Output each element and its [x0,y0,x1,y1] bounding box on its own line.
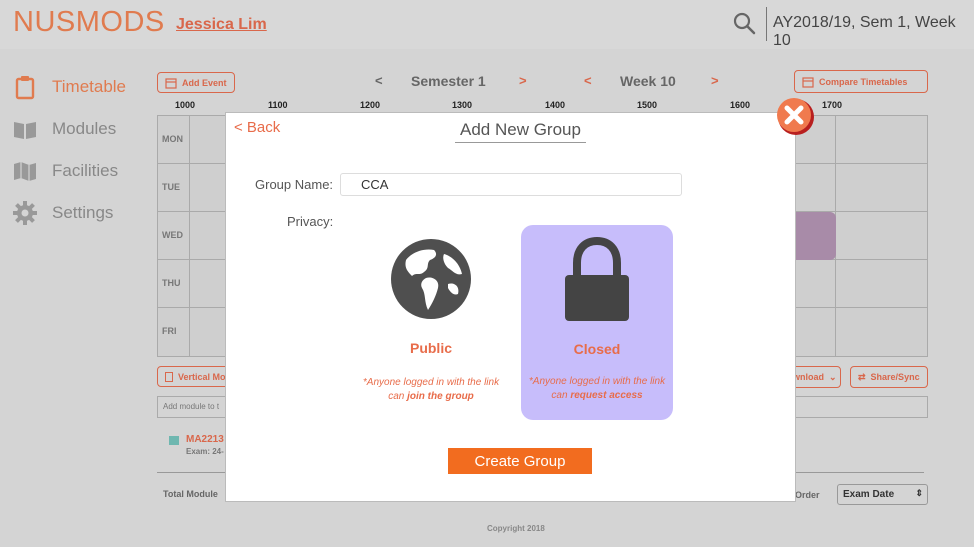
chevron-down-icon: ⌄ [829,371,837,382]
download-label: wnload [793,372,824,382]
sidebar-item-label: Timetable [52,77,127,96]
day-label: FRI [162,326,177,336]
hour-label: 1600 [730,100,751,110]
sidebar-item-settings[interactable]: Settings [12,200,113,226]
module-code[interactable]: MA2213 [186,434,224,445]
hour-label: 1100 [268,100,288,110]
share-sync-label: Share/Sync [870,372,920,382]
privacy-label: Privacy: [287,214,334,229]
book-icon [14,122,36,139]
day-label: WED [162,230,183,240]
add-group-modal: < Back Add New Group Group Name: CCA Pri… [225,112,796,502]
module-color-swatch[interactable] [169,436,179,445]
copyright: Copyright 2018 [487,524,545,533]
week-label: Week 10 [620,73,676,89]
sidebar-item-label: Facilities [52,161,119,180]
add-event-button[interactable]: Add Event [157,72,235,93]
closed-option[interactable]: Closed *Anyone logged in with the link c… [521,225,673,420]
globe-icon [391,239,471,319]
public-note: *Anyone logged in with the link can join… [361,376,501,404]
sidebar-item-label: Modules [52,119,117,138]
hour-label: 1000 [175,100,196,110]
term-label: AY2018/19, Sem 1, Week 10 [773,14,956,49]
day-label: THU [162,278,181,288]
sidebar-item-timetable[interactable]: Timetable [12,74,126,100]
hour-label: 1300 [452,100,473,110]
group-name-label: Group Name: [255,177,334,192]
order-label: Order [795,490,820,500]
prev-semester-button[interactable]: < [375,73,383,88]
search-icon[interactable] [732,11,756,35]
hour-label: 1700 [822,100,843,110]
select-arrows-icon: ⇕ [915,488,923,498]
hour-label: 1500 [637,100,658,110]
lock-icon [565,237,629,321]
closed-label: Closed [573,341,621,357]
vertical-mode-label: Vertical Mod [178,371,232,382]
semester-label: Semester 1 [411,73,486,89]
group-name-input[interactable]: CCA [340,173,682,196]
compare-label: Compare Timetables [819,76,908,87]
create-group-button[interactable]: Create Group [448,448,592,474]
calendar-icon [165,77,177,89]
close-icon[interactable] [775,96,815,136]
day-label: TUE [162,182,180,192]
sort-select-value: Exam Date [843,489,895,500]
closed-note-emphasis: request access [570,390,643,401]
public-label: Public [409,340,452,356]
add-module-placeholder: Add module to t [163,402,220,411]
back-button[interactable]: < Back [234,119,280,136]
closed-note: *Anyone logged in with the link can requ… [527,375,667,403]
share-sync-button[interactable]: ⇄ Share/Sync [850,366,928,388]
sync-icon: ⇄ [858,371,866,382]
total-modules-label: Total Module [163,489,218,499]
module-exam: Exam: 24- [186,447,224,456]
modal-title: Add New Group [455,120,586,143]
header-divider [766,7,767,41]
grid-line [189,116,190,356]
public-note-emphasis: join the group [407,391,474,402]
sidebar-item-label: Settings [52,203,114,222]
hour-label: 1200 [360,100,381,110]
map-icon [14,162,36,181]
prev-week-button[interactable]: < [584,73,592,88]
hour-label: 1400 [545,100,566,110]
layout-icon [165,371,173,382]
calendar-icon [802,76,814,88]
add-event-label: Add Event [182,77,227,88]
sort-select[interactable]: Exam Date ⇕ [837,484,928,505]
gear-icon [13,201,37,225]
day-label: MON [162,134,183,144]
clipboard-icon [15,76,35,100]
user-link[interactable]: Jessica Lim [176,16,267,34]
sidebar-item-modules[interactable]: Modules [12,116,116,142]
next-semester-button[interactable]: > [519,73,527,88]
sidebar-item-facilities[interactable]: Facilities [12,158,118,184]
compare-timetables-button[interactable]: Compare Timetables [794,70,928,93]
brand-logo[interactable]: NUSMODS [13,6,165,39]
event-block[interactable] [796,212,836,260]
next-week-button[interactable]: > [711,73,719,88]
public-option[interactable]: Public *Anyone logged in with the link c… [363,225,499,415]
